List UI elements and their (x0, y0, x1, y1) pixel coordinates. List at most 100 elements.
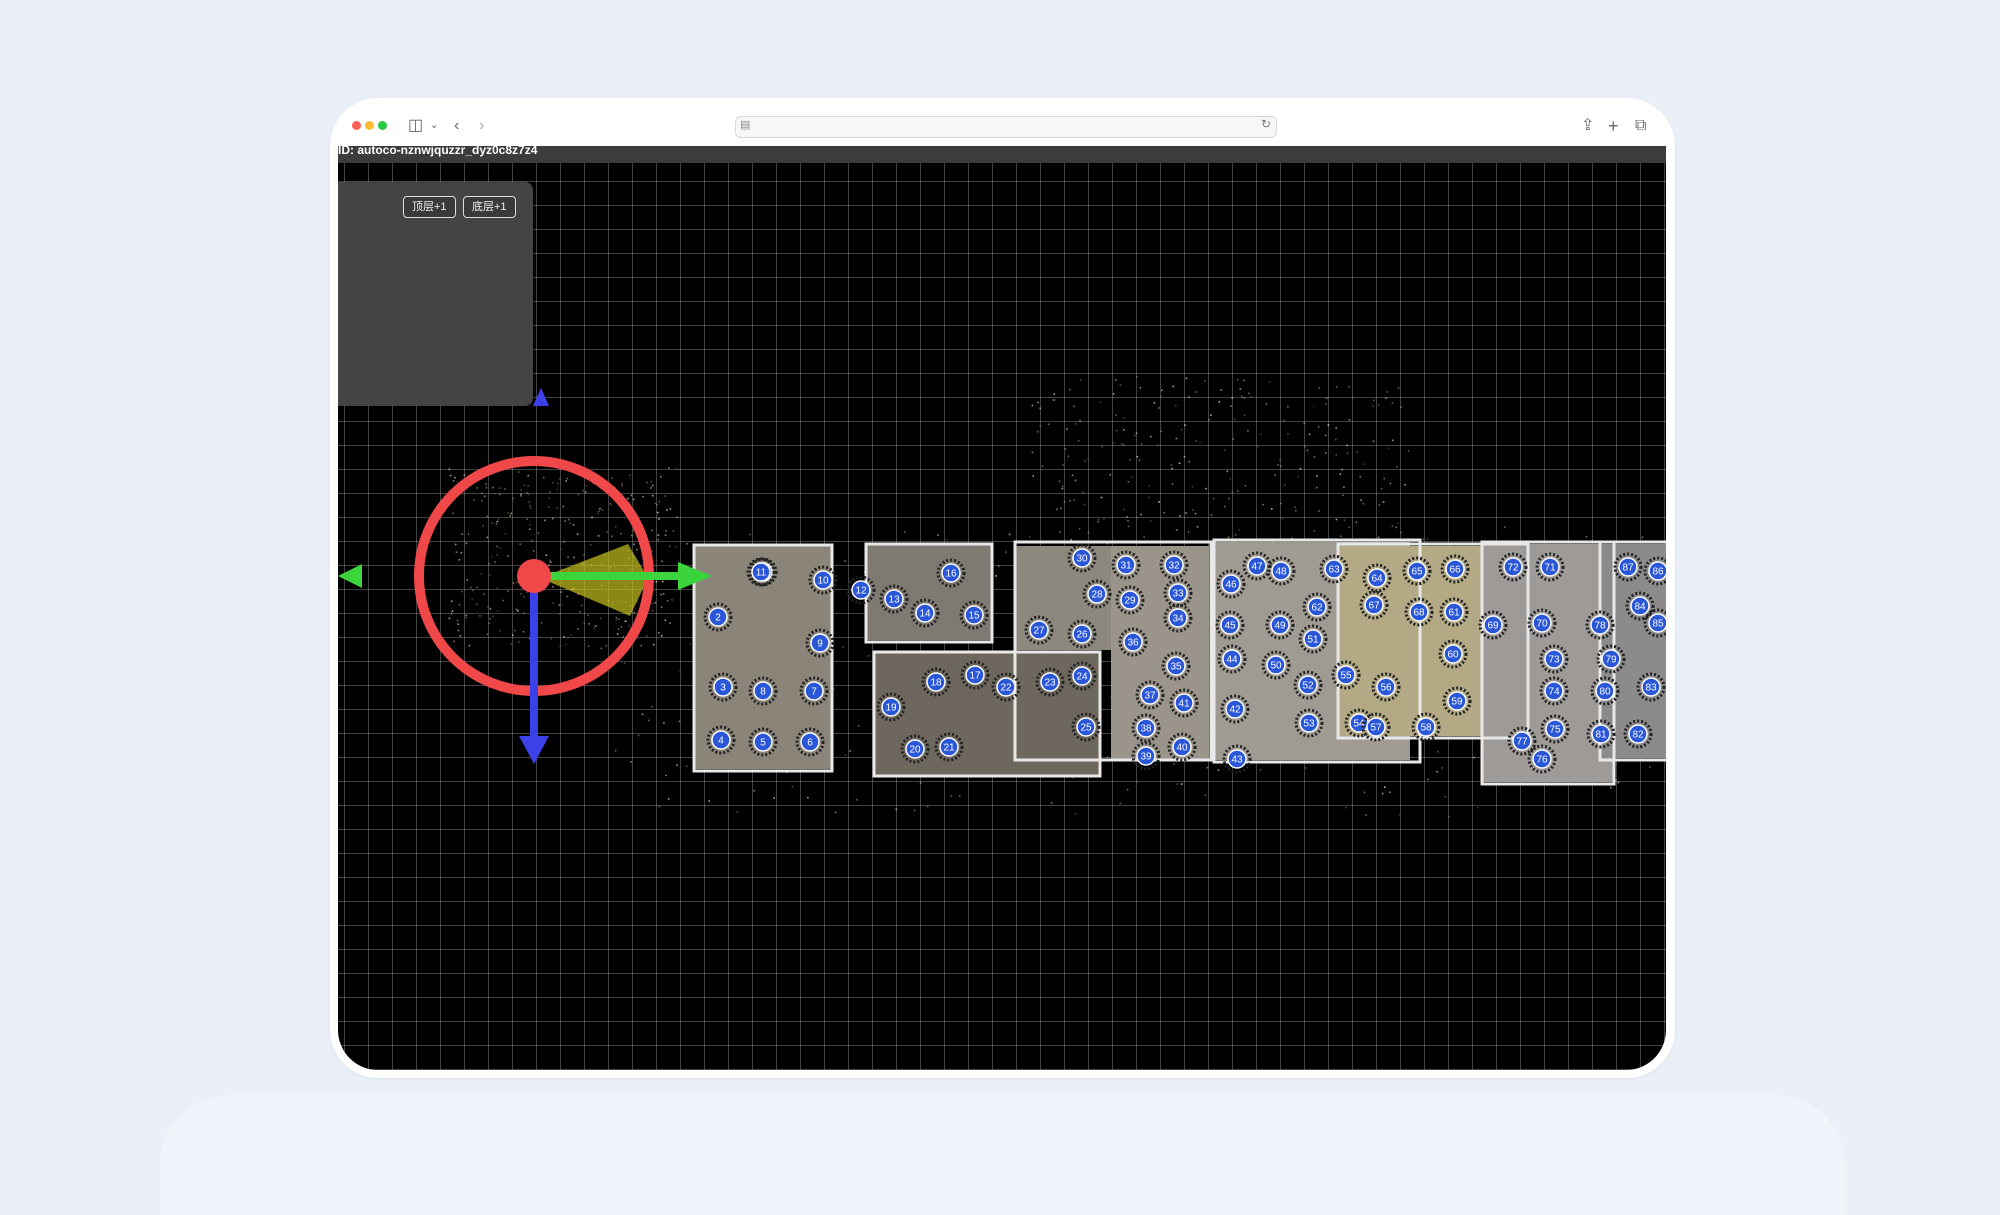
bottom-floor-button[interactable]: 底层+1 (463, 196, 516, 218)
zoom-window-button[interactable] (378, 121, 387, 130)
cloud-point (597, 535, 600, 537)
cloud-point (1054, 399, 1056, 401)
cloud-point (1400, 406, 1402, 408)
cloud-point (456, 619, 459, 622)
floorplan-svg[interactable]: 1234567891011121314151617181920212223242… (338, 146, 1666, 1070)
top-floor-button[interactable]: 顶层+1 (403, 196, 456, 218)
scan-point-label: 25 (1080, 723, 1092, 734)
cloud-point (1297, 476, 1299, 478)
cloud-point (591, 516, 593, 519)
cloud-point (461, 590, 463, 593)
cloud-point (1325, 403, 1327, 405)
cloud-point (1343, 519, 1346, 521)
cloud-point (1335, 386, 1338, 388)
share-icon[interactable]: ⇪ (1581, 116, 1594, 136)
minimize-window-button[interactable] (365, 121, 374, 130)
scan-point-label: 3 (720, 683, 726, 694)
cloud-point (1363, 791, 1366, 794)
cloud-point (585, 485, 588, 487)
cloud-point (520, 593, 522, 595)
scan-point-label: 5 (760, 738, 766, 749)
cloud-point (1079, 379, 1082, 381)
close-window-button[interactable] (352, 121, 361, 130)
cloud-point (1074, 813, 1077, 815)
cloud-point (1099, 401, 1102, 404)
scan-point-label: 61 (1448, 608, 1460, 619)
sidebar-icon[interactable]: ◫ (408, 116, 423, 136)
cloud-point (1180, 428, 1183, 431)
back-icon[interactable]: ‹ (454, 116, 459, 136)
cloud-point (844, 754, 847, 756)
scan-point-label: 87 (1622, 563, 1634, 574)
cloud-point (1069, 388, 1071, 391)
cloud-point (593, 627, 596, 630)
cloud-point (572, 524, 575, 526)
cloud-point (677, 468, 680, 471)
cloud-point (834, 811, 837, 814)
cloud-point (1248, 392, 1250, 395)
scan-point-label: 79 (1605, 655, 1617, 666)
cloud-point (548, 564, 550, 566)
cloud-point (1176, 783, 1179, 785)
cloud-point (1348, 418, 1351, 421)
cloud-point (867, 655, 870, 657)
cloud-point (672, 530, 675, 532)
cloud-point (456, 480, 459, 483)
cloud-point (450, 612, 453, 615)
cloud-point (654, 601, 657, 604)
cloud-point (1158, 501, 1160, 503)
cloud-point (1363, 463, 1366, 465)
scan-point-label: 21 (943, 743, 955, 754)
scan-point-label: 6 (807, 738, 813, 749)
cloud-point (736, 811, 739, 813)
cloud-point (1158, 407, 1160, 409)
cloud-point (1161, 389, 1163, 392)
cloud-point (674, 546, 677, 548)
cloud-point (1047, 423, 1050, 426)
scan-point-label: 4 (718, 736, 724, 747)
chevron-down-icon[interactable]: ⌄ (430, 116, 438, 136)
camera-origin[interactable] (517, 559, 551, 593)
cloud-point (610, 535, 613, 538)
scan-point-label: 85 (1652, 619, 1664, 630)
cloud-point (593, 625, 596, 627)
scan-point-label: 66 (1449, 565, 1461, 576)
cloud-point (451, 610, 454, 612)
cloud-point (1097, 521, 1099, 523)
cloud-point (1377, 404, 1380, 407)
cloud-point (459, 635, 462, 637)
cloud-point (628, 624, 631, 627)
cloud-point (1279, 459, 1281, 462)
cloud-point (598, 510, 600, 512)
cloud-point (666, 509, 668, 511)
cloud-point (1318, 510, 1320, 512)
scan-point-label: 38 (1140, 724, 1152, 735)
address-bar[interactable]: ▤ ↻ (735, 116, 1277, 138)
cloud-point (1204, 794, 1207, 796)
new-tab-icon[interactable]: + (1608, 116, 1619, 136)
reload-icon[interactable]: ↻ (1261, 117, 1271, 131)
cloud-point (514, 629, 516, 632)
scan-point-label: 8 (760, 687, 766, 698)
cloud-point (1283, 419, 1286, 422)
cloud-point (1437, 750, 1439, 753)
viewer-canvas[interactable]: ID: autoco-nznwjquzzr_dyz0c8z7z4 2 3 4 5… (338, 146, 1666, 1070)
cloud-point (657, 511, 659, 514)
forward-icon[interactable]: › (479, 116, 484, 136)
cloud-point (1427, 778, 1429, 781)
cloud-point (1008, 533, 1011, 536)
browser-toolbar: ◫ ⌄ ‹ › ▤ ↻ ⇪ + ⧉ (338, 108, 1668, 146)
tabs-overview-icon[interactable]: ⧉ (1635, 116, 1646, 136)
axis-y-arrow-icon[interactable] (519, 736, 549, 764)
cloud-point (646, 481, 648, 484)
scan-point-label: 33 (1172, 589, 1184, 600)
cloud-point (1205, 487, 1207, 490)
cloud-point (689, 643, 692, 645)
axis-x-indicator-icon[interactable] (338, 564, 362, 588)
cloud-point (1355, 521, 1358, 523)
scan-point-label: 80 (1599, 687, 1611, 698)
scan-point-label: 2 (715, 613, 721, 624)
cloud-point (517, 610, 519, 612)
scan-point-label: 52 (1302, 681, 1314, 692)
cloud-point (1115, 414, 1117, 416)
